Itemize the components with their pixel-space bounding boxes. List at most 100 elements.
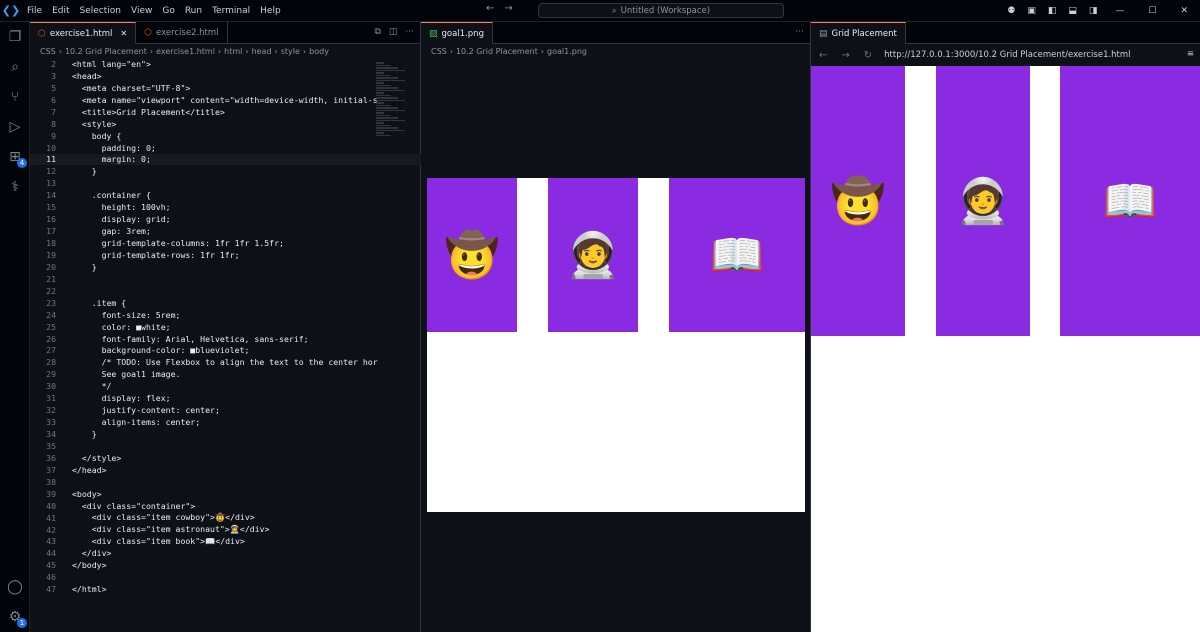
- code-line[interactable]: 46: [30, 571, 421, 583]
- code-line[interactable]: 21: [30, 273, 421, 285]
- code-line[interactable]: 25 color: ■white;: [30, 321, 421, 333]
- breadcrumb-item[interactable]: goal1.png: [547, 47, 587, 56]
- back-arrow-icon[interactable]: ←: [486, 3, 494, 14]
- code-line[interactable]: 40 <div class="container">: [30, 500, 421, 512]
- code-line[interactable]: 37 </head>: [30, 464, 421, 476]
- run-debug-icon[interactable]: ▷: [4, 116, 26, 138]
- menu-run[interactable]: Run: [180, 6, 207, 16]
- panel-toggle-icon[interactable]: ⬓: [1062, 6, 1083, 16]
- layout-toggle-icon[interactable]: ▣: [1021, 6, 1042, 16]
- code-line[interactable]: 26 font-family: Arial, Helvetica, sans-s…: [30, 333, 421, 345]
- code-line[interactable]: 41 <div class="item cowboy">🤠</div>: [30, 512, 421, 524]
- line-number: 18: [46, 238, 56, 249]
- menu-help[interactable]: Help: [255, 6, 286, 16]
- close-window-icon[interactable]: ✕: [1168, 6, 1200, 16]
- reload-icon[interactable]: ↻: [864, 50, 872, 61]
- back-arrow-icon[interactable]: ←: [819, 50, 827, 61]
- code-line[interactable]: 30 */: [30, 380, 421, 392]
- breadcrumb-item[interactable]: CSS: [431, 47, 447, 56]
- minimize-icon[interactable]: —: [1103, 6, 1136, 16]
- sidebar-toggle-icon[interactable]: ◧: [1042, 6, 1063, 16]
- search-icon[interactable]: ⌕: [4, 56, 26, 78]
- code-line[interactable]: 38: [30, 476, 421, 488]
- account-icon[interactable]: ◯: [4, 576, 26, 598]
- maximize-icon[interactable]: ☐: [1136, 6, 1168, 16]
- open-preview-icon[interactable]: ⧉: [374, 27, 380, 37]
- code-line[interactable]: 23 .item {: [30, 297, 421, 309]
- code-line[interactable]: 35: [30, 440, 421, 452]
- settings-gear-icon[interactable]: ⚙ 1: [4, 606, 27, 628]
- code-line[interactable]: 11 margin: 0;: [30, 153, 421, 166]
- code-line[interactable]: 6 <meta name="viewport" content="width=d…: [30, 94, 421, 106]
- breadcrumb-item[interactable]: CSS: [40, 47, 56, 56]
- code-line[interactable]: 24 font-size: 5rem;: [30, 309, 421, 321]
- code-line[interactable]: 47 </html>: [30, 583, 421, 595]
- split-editor-icon[interactable]: ◫: [389, 27, 398, 37]
- source-control-icon[interactable]: ⑂: [4, 86, 26, 108]
- code-line[interactable]: 20 }: [30, 261, 421, 273]
- minimap[interactable]: [376, 62, 414, 142]
- code-line[interactable]: 3 <head>: [30, 70, 421, 82]
- breadcrumb-item[interactable]: style: [281, 47, 300, 56]
- extensions-icon[interactable]: ⊞ 4: [4, 146, 27, 168]
- code-line[interactable]: 17 gap: 3rem;: [30, 225, 421, 237]
- code-line[interactable]: 31 display: flex;: [30, 392, 421, 404]
- menu-edit[interactable]: Edit: [47, 6, 74, 16]
- code-line[interactable]: 19 grid-template-rows: 1fr 1fr;: [30, 249, 421, 261]
- code-line[interactable]: 13: [30, 177, 421, 189]
- code-line[interactable]: 36 </style>: [30, 452, 421, 464]
- code-line[interactable]: 16 display: grid;: [30, 213, 421, 225]
- code-line[interactable]: 32 justify-content: center;: [30, 404, 421, 416]
- breadcrumb-item[interactable]: 10.2 Grid Placement: [65, 47, 147, 56]
- breadcrumb-item[interactable]: 10.2 Grid Placement: [456, 47, 538, 56]
- explorer-icon[interactable]: ❐: [4, 26, 26, 48]
- url-input[interactable]: http://127.0.0.1:3000/10.2 Grid Placemen…: [884, 50, 1130, 60]
- code-line[interactable]: 33 align-items: center;: [30, 416, 421, 428]
- code-line[interactable]: 5 <meta charset="UTF-8">: [30, 82, 421, 94]
- breadcrumb-item[interactable]: exercise1.html: [156, 47, 215, 56]
- code-line[interactable]: 10 padding: 0;: [30, 142, 421, 154]
- code-line[interactable]: 28 /* TODO: Use Flexbox to align the tex…: [30, 356, 421, 368]
- code-line[interactable]: 27 background-color: ■blueviolet;: [30, 345, 421, 357]
- python-icon[interactable]: ⚕: [4, 176, 26, 198]
- code-line[interactable]: 45 </body>: [30, 559, 421, 571]
- tab-grid-placement[interactable]: ▤ Grid Placement: [811, 22, 906, 44]
- menu-terminal[interactable]: Terminal: [207, 6, 255, 16]
- code-line[interactable]: 7 <title>Grid Placement</title>: [30, 106, 421, 118]
- breadcrumb-item[interactable]: html: [224, 47, 242, 56]
- forward-arrow-icon[interactable]: →: [504, 3, 512, 14]
- code-lines[interactable]: 2 <html lang="en"> 3 <head> 5 <meta charset=…: [30, 58, 421, 595]
- code-line[interactable]: 44 </div>: [30, 547, 421, 559]
- code-line[interactable]: 14 .container {: [30, 189, 421, 201]
- code-line[interactable]: 12 }: [30, 165, 421, 177]
- menu-view[interactable]: View: [126, 6, 157, 16]
- close-tab-icon[interactable]: ✕: [120, 29, 127, 38]
- tab-exercise2[interactable]: ⬡ exercise2.html: [136, 22, 228, 44]
- code-line[interactable]: 8 <style>: [30, 118, 421, 130]
- command-center[interactable]: ⌕ Untitled (Workspace): [538, 3, 784, 18]
- code-line[interactable]: 15 height: 100vh;: [30, 201, 421, 213]
- hamburger-menu-icon[interactable]: ≡: [1187, 49, 1194, 59]
- code-line[interactable]: 43 <div class="item book">📖</div>: [30, 536, 421, 548]
- menu-go[interactable]: Go: [157, 6, 179, 16]
- breadcrumb-item[interactable]: head: [252, 47, 272, 56]
- code-line[interactable]: 29 See goal1 image.: [30, 368, 421, 380]
- code-line[interactable]: 9 body {: [30, 130, 421, 142]
- secondary-sidebar-icon[interactable]: ◨: [1083, 6, 1104, 16]
- more-actions-icon[interactable]: ···: [405, 27, 414, 37]
- code-line[interactable]: 34 }: [30, 428, 421, 440]
- code-line[interactable]: 22: [30, 285, 421, 297]
- forward-arrow-icon[interactable]: →: [841, 50, 849, 61]
- minimap-line: [376, 99, 405, 101]
- menu-file[interactable]: File: [22, 6, 47, 16]
- copilot-icon[interactable]: ⚉: [1001, 6, 1021, 16]
- tab-goal1[interactable]: ▨ goal1.png: [421, 22, 493, 44]
- more-actions-icon[interactable]: ···: [795, 27, 804, 37]
- code-line[interactable]: 39 <body>: [30, 488, 421, 500]
- code-line[interactable]: 42 <div class="item astronaut">🧑‍🚀</div>: [30, 524, 421, 536]
- code-line[interactable]: 2 <html lang="en">: [30, 58, 421, 70]
- code-line[interactable]: 18 grid-template-columns: 1fr 1fr 1.5fr;: [30, 237, 421, 249]
- tab-exercise1[interactable]: ⬡ exercise1.html ✕: [30, 22, 137, 44]
- menu-selection[interactable]: Selection: [75, 6, 126, 16]
- breadcrumb-item[interactable]: body: [309, 47, 329, 56]
